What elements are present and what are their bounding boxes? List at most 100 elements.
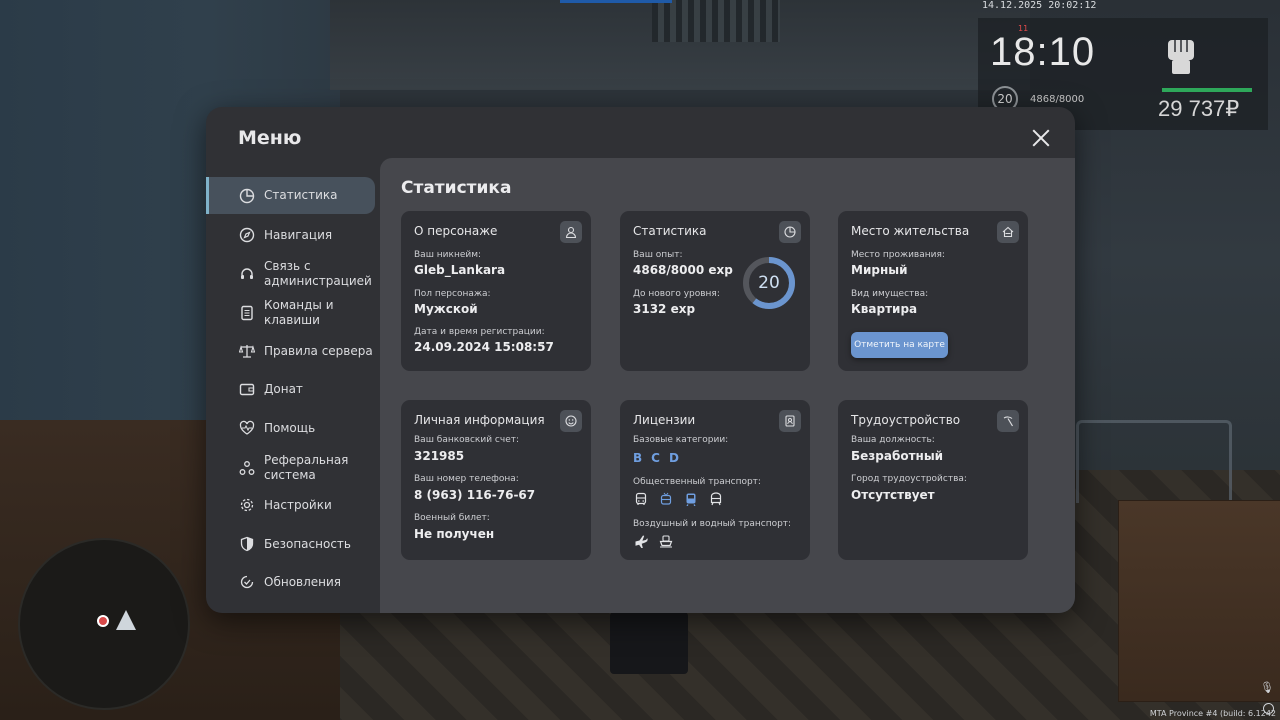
position-value: Безработный [851,449,944,463]
sidebar-item-referral[interactable]: Реферальная система [206,451,375,485]
sidebar-item-label: Команды и клавиши [264,298,334,328]
pickaxe-icon[interactable] [997,410,1019,432]
menu-window: Меню Статистика Навигация Связь с админи… [206,107,1075,613]
document-icon [238,304,256,322]
exp-label: Ваш опыт: [633,250,683,260]
job-city-label: Город трудоустройства: [851,474,967,484]
trolleybus-icon [658,491,674,507]
card-title: О персонаже [414,224,498,238]
game-time: 18:10 [990,30,1096,74]
property-value: Квартира [851,302,918,316]
heart-pulse-icon [238,419,256,437]
ceiling-vent [652,0,780,42]
phone-label: Ваш номер телефона: [414,474,519,484]
player-arrow-icon [116,610,136,630]
license-categories: B C D [633,451,679,465]
minimap [18,538,190,710]
base-categories-label: Базовые категории: [633,435,729,445]
mark-on-map-button[interactable]: Отметить на карте [851,332,948,358]
sidebar-item-settings[interactable]: Настройки [206,491,375,519]
air-water-icons [633,533,674,549]
player-legs [610,612,688,674]
registration-value: 24.09.2024 15:08:57 [414,340,554,354]
card-title: Статистика [633,224,707,238]
registration-label: Дата и время регистрации: [414,327,545,337]
user-icon[interactable] [560,221,582,243]
top-strip [560,0,672,3]
gender-value: Мужской [414,302,478,316]
bed-frame [1076,420,1232,503]
fist-icon [1168,40,1194,74]
public-transport-icons [633,491,724,507]
gender-label: Пол персонажа: [414,289,491,299]
network-icon [238,459,256,477]
bank-label: Ваш банковский счет: [414,435,520,445]
place-value: Мирный [851,263,908,277]
refresh-check-icon [238,573,256,591]
sidebar-item-label: Реферальная система [264,453,348,483]
nickname-label: Ваш никнейм: [414,250,482,260]
card-title: Личная информация [414,413,545,427]
microphone-icon: 🎙 [1260,681,1274,694]
sidebar-item-label: Навигация [264,228,333,242]
sidebar-item-commands[interactable]: Команды и клавиши [206,296,375,330]
wooden-cabinet [1118,500,1280,702]
air-water-label: Воздушный и водный транспорт: [633,519,792,529]
sidebar-item-rules[interactable]: Правила сервера [206,337,375,365]
map-marker-icon [97,615,109,627]
category-b: B [633,451,643,465]
place-label: Место проживания: [851,250,945,260]
id-card-icon[interactable] [779,410,801,432]
nickname-value: Gleb_Lankara [414,263,506,277]
content-title: Статистика [401,178,512,198]
menu-title: Меню [238,127,302,149]
category-c: C [651,451,660,465]
card-title: Трудоустройство [851,413,961,427]
position-label: Ваша должность: [851,435,935,445]
smiley-icon[interactable] [560,410,582,432]
airplane-icon [633,533,649,549]
next-level-label: До нового уровня: [633,289,720,299]
pie-chart-icon [238,187,256,205]
card-title: Место жительства [851,224,970,238]
sidebar-item-label: Правила сервера [264,344,373,358]
card-title: Лицензии [633,413,696,427]
sidebar-item-label-line: Реферальная система [264,453,349,482]
wallet-icon [238,380,256,398]
headset-icon [238,265,256,283]
personal-info-card: Личная информация Ваш банковский счет: 3… [401,400,591,560]
house-icon[interactable] [997,221,1019,243]
shield-icon [238,535,256,553]
sidebar-item-donate[interactable]: Донат [206,375,375,403]
sidebar-item-label: Помощь [264,421,316,435]
boat-icon [658,533,674,549]
sidebar-item-label: Донат [264,382,303,396]
sidebar-item-updates[interactable]: Обновления [206,568,375,596]
pie-chart-icon[interactable] [779,221,801,243]
bank-value: 321985 [414,449,465,463]
sidebar-item-label: Безопасность [264,537,351,551]
military-value: Не получен [414,527,495,541]
sidebar-item-navigation[interactable]: Навигация [206,221,375,249]
sidebar-item-security[interactable]: Безопасность [206,530,375,558]
licenses-card: Лицензии Базовые категории: B C D Общест… [620,400,810,560]
content-panel: Статистика О персонаже Ваш никнейм: Gleb… [380,158,1075,613]
category-d: D [668,451,679,465]
military-label: Военный билет: [414,513,490,523]
stats-card: Статистика Ваш опыт: 4868/8000 exp До но… [620,211,810,371]
job-city-value: Отсутствует [851,488,935,502]
sidebar-item-label: Обновления [264,575,342,589]
sidebar-item-statistics[interactable]: Статистика [206,177,375,214]
sidebar-item-help[interactable]: Помощь [206,414,375,442]
health-bar [1162,88,1252,92]
sidebar-item-label-line: Команды и клавиши [264,298,334,327]
close-button[interactable] [1028,125,1054,151]
sidebar-item-admin-contact[interactable]: Связь с администрацией [206,257,375,291]
residence-card: Место жительства Место проживания: Мирны… [838,211,1028,371]
phone-value: 8 (963) 116-76-67 [414,488,536,502]
exp-value: 4868/8000 exp [633,263,733,277]
build-info: MTA Province #4 (build: 6.1242 [1149,709,1276,718]
compass-icon [238,226,256,244]
scales-icon [238,342,256,360]
next-level-value: 3132 exp [633,302,696,316]
